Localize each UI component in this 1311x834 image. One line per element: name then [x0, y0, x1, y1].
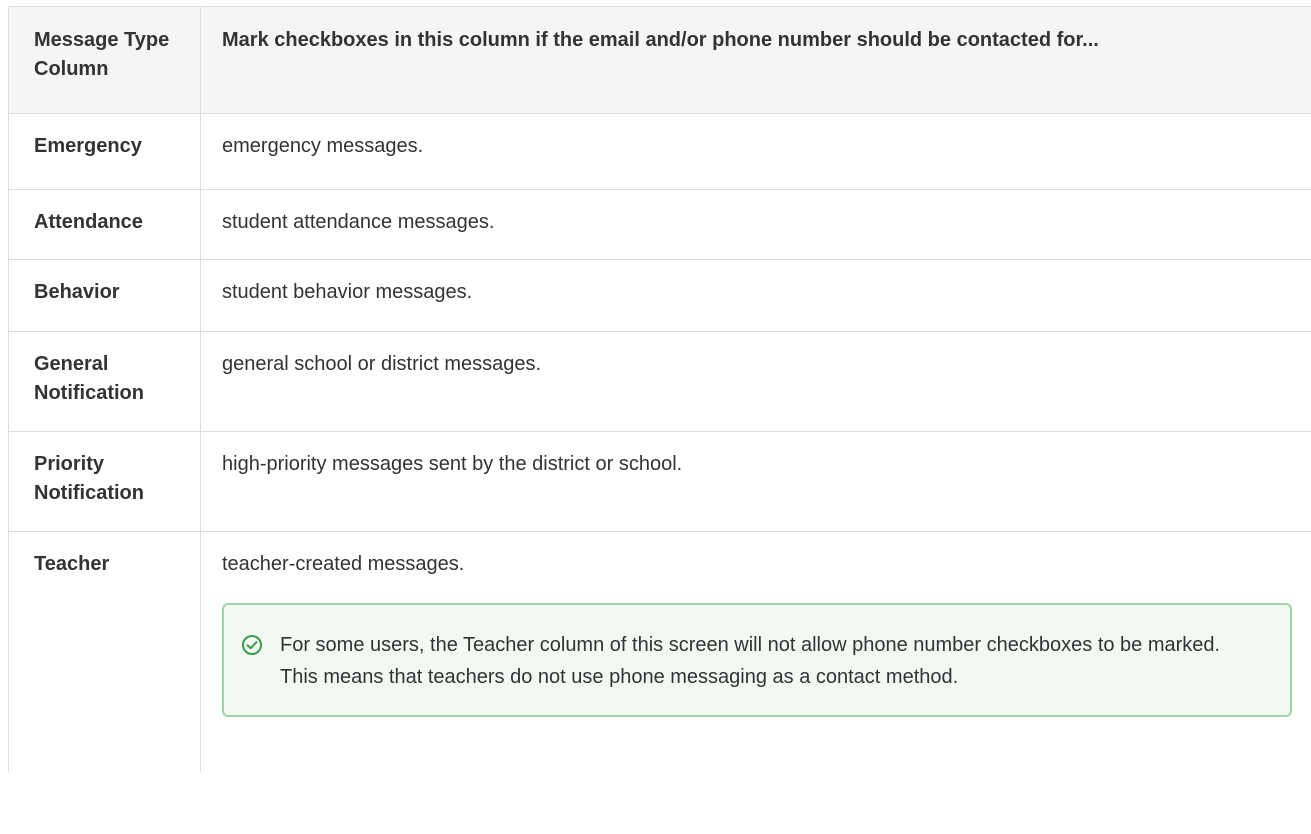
message-type-cell: Attendance [8, 189, 201, 260]
table-row: General Notification general school or d… [8, 331, 1311, 432]
message-type-cell: Priority Notification [8, 431, 201, 532]
table-row: Priority Notification high-priority mess… [8, 431, 1311, 532]
description-cell: teacher-created messages. For some users… [200, 531, 1311, 772]
description-cell: high-priority messages sent by the distr… [200, 431, 1311, 532]
table-header-row: Message Type Column Mark checkboxes in t… [8, 6, 1311, 114]
message-type-cell: Emergency [8, 113, 201, 190]
table-row: Teacher teacher-created messages. For so… [8, 531, 1311, 772]
header-description-column: Mark checkboxes in this column if the em… [200, 6, 1311, 114]
description-cell: general school or district messages. [200, 331, 1311, 432]
message-type-cell: Teacher [8, 531, 201, 772]
description-cell: emergency messages. [200, 113, 1311, 190]
tip-note: For some users, the Teacher column of th… [222, 603, 1292, 717]
teacher-description: teacher-created messages. [222, 553, 465, 575]
table-row: Behavior student behavior messages. [8, 259, 1311, 332]
message-type-cell: General Notification [8, 331, 201, 432]
table-row: Emergency emergency messages. [8, 113, 1311, 190]
table-row: Attendance student attendance messages. [8, 189, 1311, 260]
message-type-table: Message Type Column Mark checkboxes in t… [8, 6, 1311, 772]
page: Message Type Column Mark checkboxes in t… [0, 0, 1311, 834]
description-cell: student behavior messages. [200, 259, 1311, 332]
description-cell: student attendance messages. [200, 189, 1311, 260]
tip-note-text: For some users, the Teacher column of th… [280, 634, 1221, 688]
header-message-type-column: Message Type Column [8, 6, 201, 114]
check-circle-icon [241, 634, 263, 656]
message-type-cell: Behavior [8, 259, 201, 332]
